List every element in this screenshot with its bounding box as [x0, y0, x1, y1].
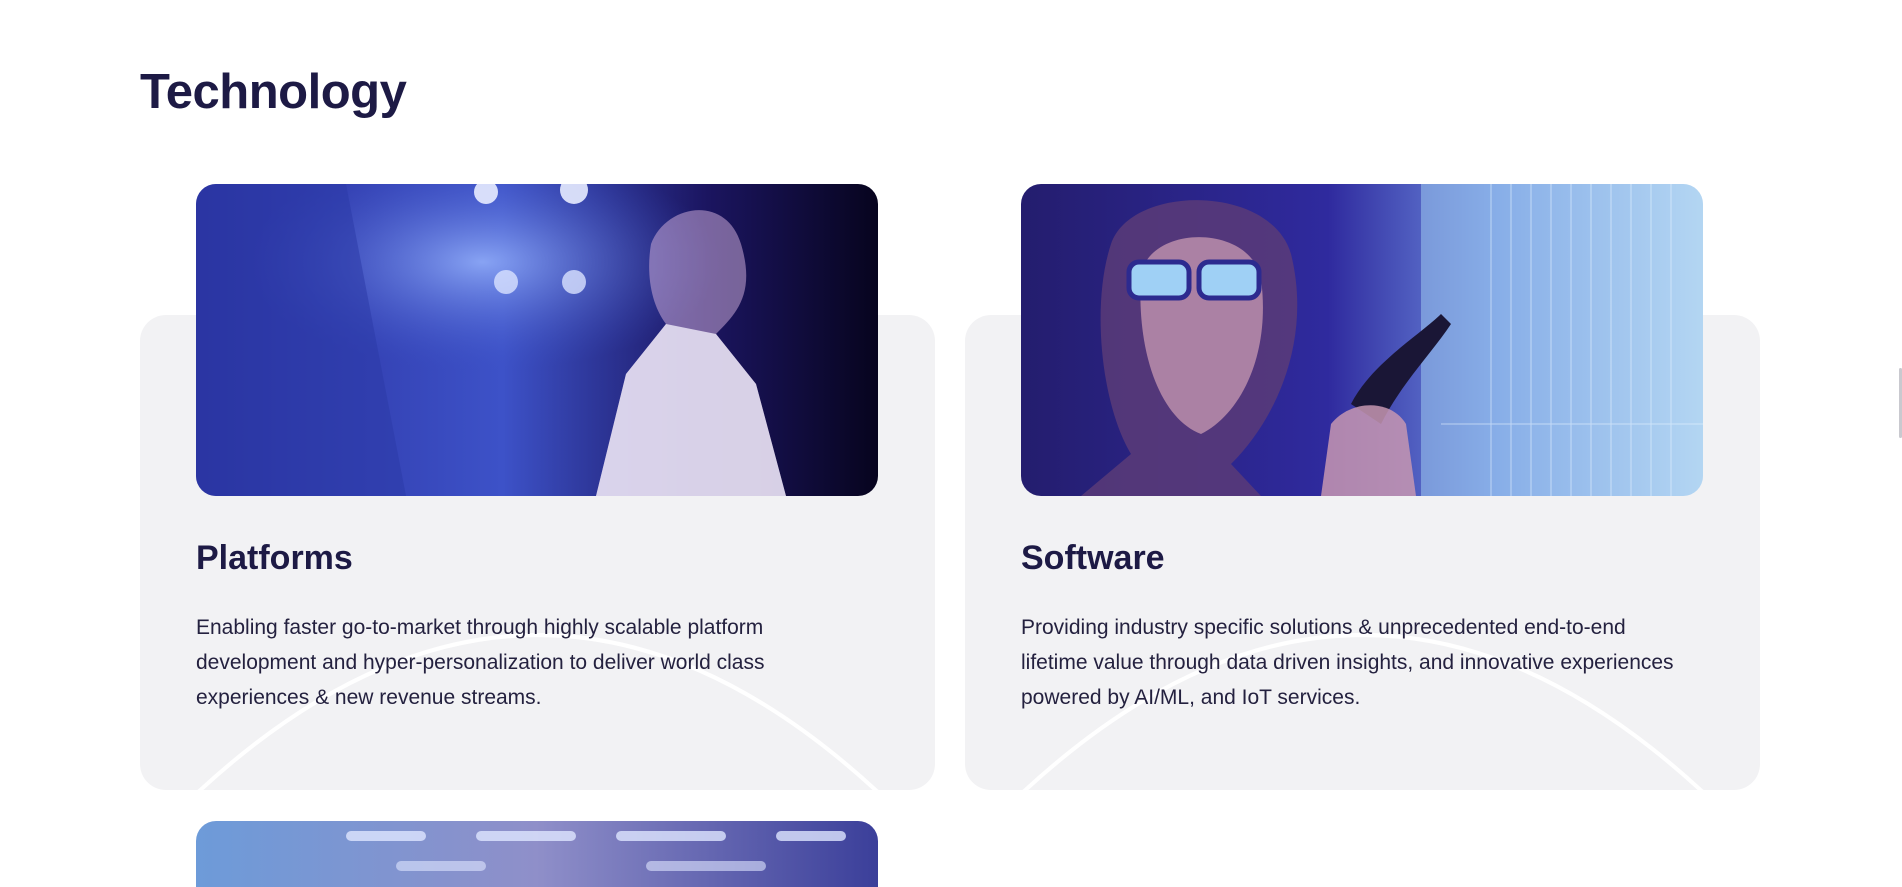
platforms-title[interactable]: Platforms: [196, 536, 353, 580]
software-description: Providing industry specific solutions & …: [1021, 616, 1674, 709]
software-title[interactable]: Software: [1021, 536, 1165, 580]
next-card-image: [196, 821, 878, 887]
section-title: Technology: [140, 65, 407, 119]
platforms-description: Enabling faster go-to-market through hig…: [196, 616, 765, 709]
software-image: [1021, 184, 1703, 496]
platforms-image: [196, 184, 878, 496]
